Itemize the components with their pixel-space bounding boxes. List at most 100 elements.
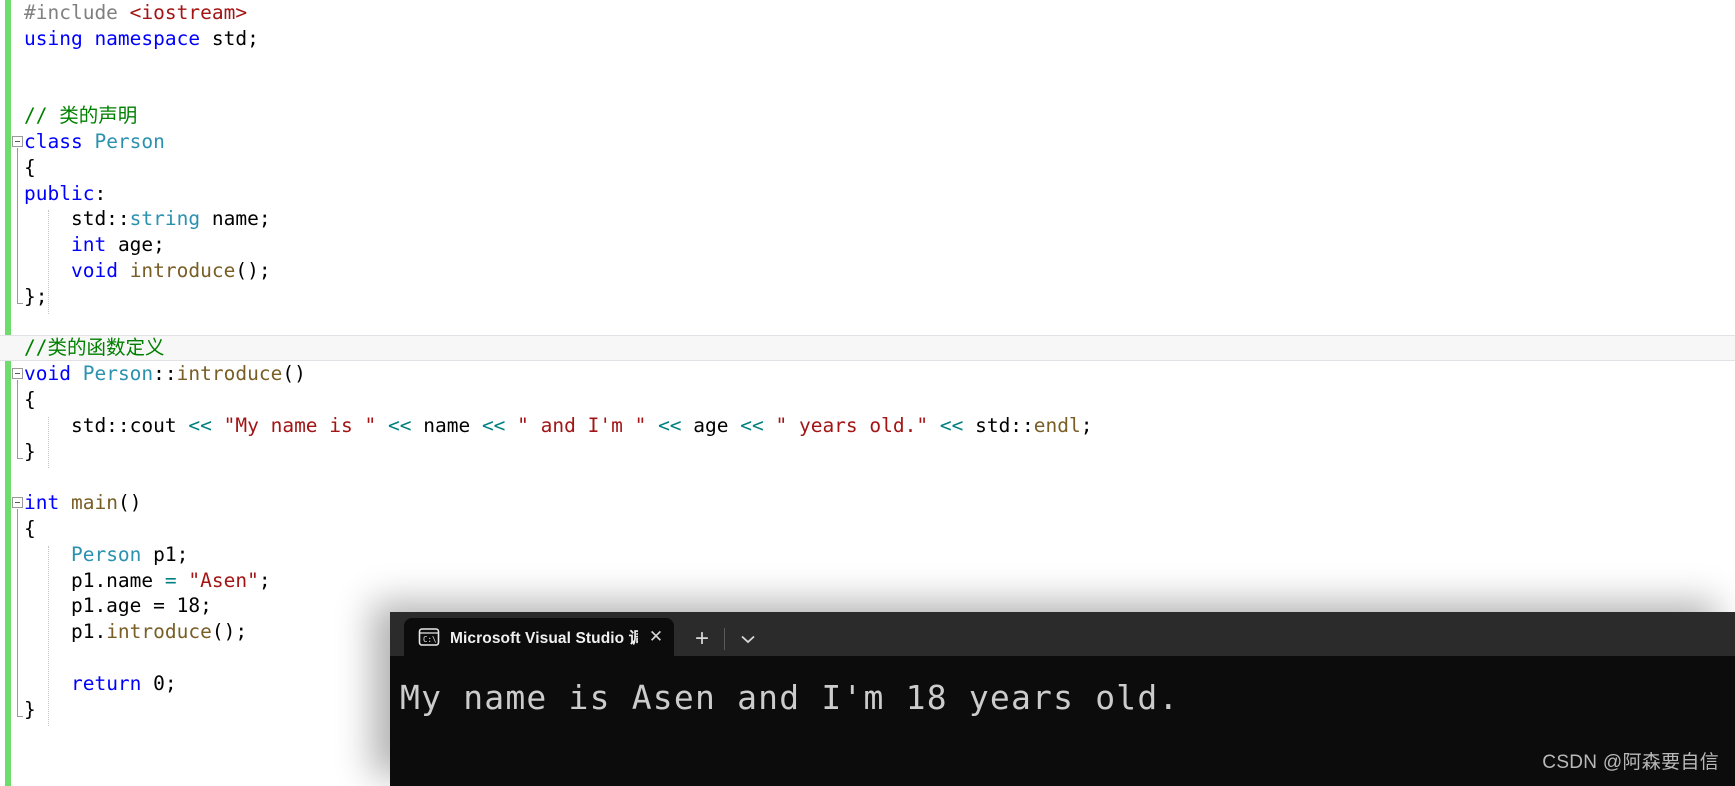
code-line[interactable] <box>0 464 1735 490</box>
code-token: //类的函数定义 <box>24 336 165 360</box>
fold-collapse-icon[interactable] <box>12 368 23 380</box>
code-line[interactable]: using namespace std; <box>0 26 1735 52</box>
code-line[interactable]: // 类的声明 <box>0 103 1735 129</box>
code-line[interactable]: #include <iostream> <box>0 0 1735 26</box>
fold-collapse-icon[interactable] <box>12 497 23 509</box>
code-line[interactable]: std::cout << "My name is " << name << " … <box>0 413 1735 439</box>
code-token: std:: <box>963 413 1034 437</box>
code-line[interactable]: p1.name = "Asen"; <box>0 568 1735 594</box>
code-token: p1; <box>141 542 189 566</box>
terminal-output-line: My name is Asen and I'm 18 years old. <box>400 678 1180 717</box>
terminal-window[interactable]: C:\ Microsoft Visual Studio 调试控 ✕ + My n… <box>390 612 1735 786</box>
code-token: std:: <box>24 207 130 231</box>
code-line[interactable]: std::string name; <box>0 206 1735 232</box>
indent-guide <box>48 545 50 727</box>
code-token: "My name is " <box>223 413 377 437</box>
code-line[interactable] <box>0 52 1735 78</box>
code-line[interactable]: { <box>0 387 1735 413</box>
code-line[interactable]: }; <box>0 284 1735 310</box>
code-line[interactable]: { <box>0 516 1735 542</box>
code-token: main <box>70 491 118 515</box>
code-token: void <box>70 258 118 282</box>
console-cmd-icon: C:\ <box>418 627 440 647</box>
code-line[interactable] <box>0 77 1735 103</box>
code-token: introduce <box>129 258 236 282</box>
new-tab-button[interactable]: + <box>684 622 720 656</box>
code-token: (); <box>235 258 271 282</box>
code-token: (); <box>211 620 248 644</box>
fold-collapse-icon[interactable] <box>12 135 23 147</box>
indent-guide <box>48 416 50 469</box>
code-token: Person <box>70 542 142 566</box>
code-token: #include <box>24 1 130 24</box>
code-token: Person <box>82 362 154 386</box>
close-icon[interactable]: ✕ <box>638 622 674 652</box>
code-token: introduce <box>106 620 212 644</box>
code-token: { <box>24 516 36 540</box>
code-line[interactable]: } <box>0 439 1735 465</box>
code-token: :: <box>153 362 177 386</box>
code-token: () <box>117 491 142 515</box>
code-token: p1. <box>24 620 107 644</box>
code-line[interactable]: int main() <box>0 490 1735 516</box>
chevron-down-icon[interactable] <box>733 622 763 656</box>
code-token: std; <box>211 26 259 50</box>
code-line[interactable]: void Person::introduce() <box>0 361 1735 387</box>
code-line[interactable] <box>0 310 1735 336</box>
code-token: p1.name <box>24 568 165 592</box>
code-token: } <box>24 697 36 721</box>
terminal-titlebar[interactable]: C:\ Microsoft Visual Studio 调试控 ✕ + <box>390 612 1735 656</box>
code-token: p1.age <box>24 594 154 618</box>
code-token: <iostream> <box>129 1 248 24</box>
code-token: } <box>24 439 36 463</box>
code-line[interactable]: //类的函数定义 <box>0 335 1735 362</box>
code-line[interactable]: class Person <box>0 129 1735 155</box>
code-token: return <box>70 671 142 695</box>
code-token: introduce <box>176 362 283 386</box>
svg-text:C:\: C:\ <box>423 635 437 644</box>
code-token: std:: <box>24 413 130 437</box>
code-token: << <box>740 413 764 437</box>
code-line[interactable]: void introduce(); <box>0 258 1735 284</box>
code-line[interactable]: { <box>0 155 1735 181</box>
terminal-output[interactable]: My name is Asen and I'm 18 years old. <box>390 656 1735 786</box>
indent-guide <box>48 210 50 314</box>
code-token: age; <box>106 233 165 257</box>
fold-guide-foot <box>17 457 23 459</box>
code-token: { <box>24 155 36 179</box>
code-line[interactable]: public: <box>0 181 1735 207</box>
code-token: endl <box>1033 413 1081 437</box>
code-line[interactable]: int age; <box>0 232 1735 258</box>
code-token: // 类的声明 <box>24 104 138 128</box>
code-token: << <box>481 413 506 437</box>
code-token: = <box>153 594 165 618</box>
code-token: void <box>24 362 71 386</box>
terminal-tab[interactable]: C:\ Microsoft Visual Studio 调试控 ✕ <box>404 618 674 656</box>
code-token: 18 <box>176 594 201 618</box>
code-token: = <box>164 568 177 592</box>
fold-guide-foot <box>17 715 23 717</box>
code-token: int <box>70 233 107 257</box>
code-token: { <box>24 387 36 411</box>
code-token: }; <box>24 284 48 308</box>
code-token: " years old." <box>775 413 929 437</box>
code-token: cout <box>129 413 177 437</box>
code-token: age <box>681 413 741 437</box>
code-token: public <box>24 181 95 205</box>
code-token: "Asen" <box>188 568 259 592</box>
code-token: Person <box>94 129 165 153</box>
code-line[interactable]: Person p1; <box>0 542 1735 568</box>
code-token: 0 <box>153 671 165 695</box>
